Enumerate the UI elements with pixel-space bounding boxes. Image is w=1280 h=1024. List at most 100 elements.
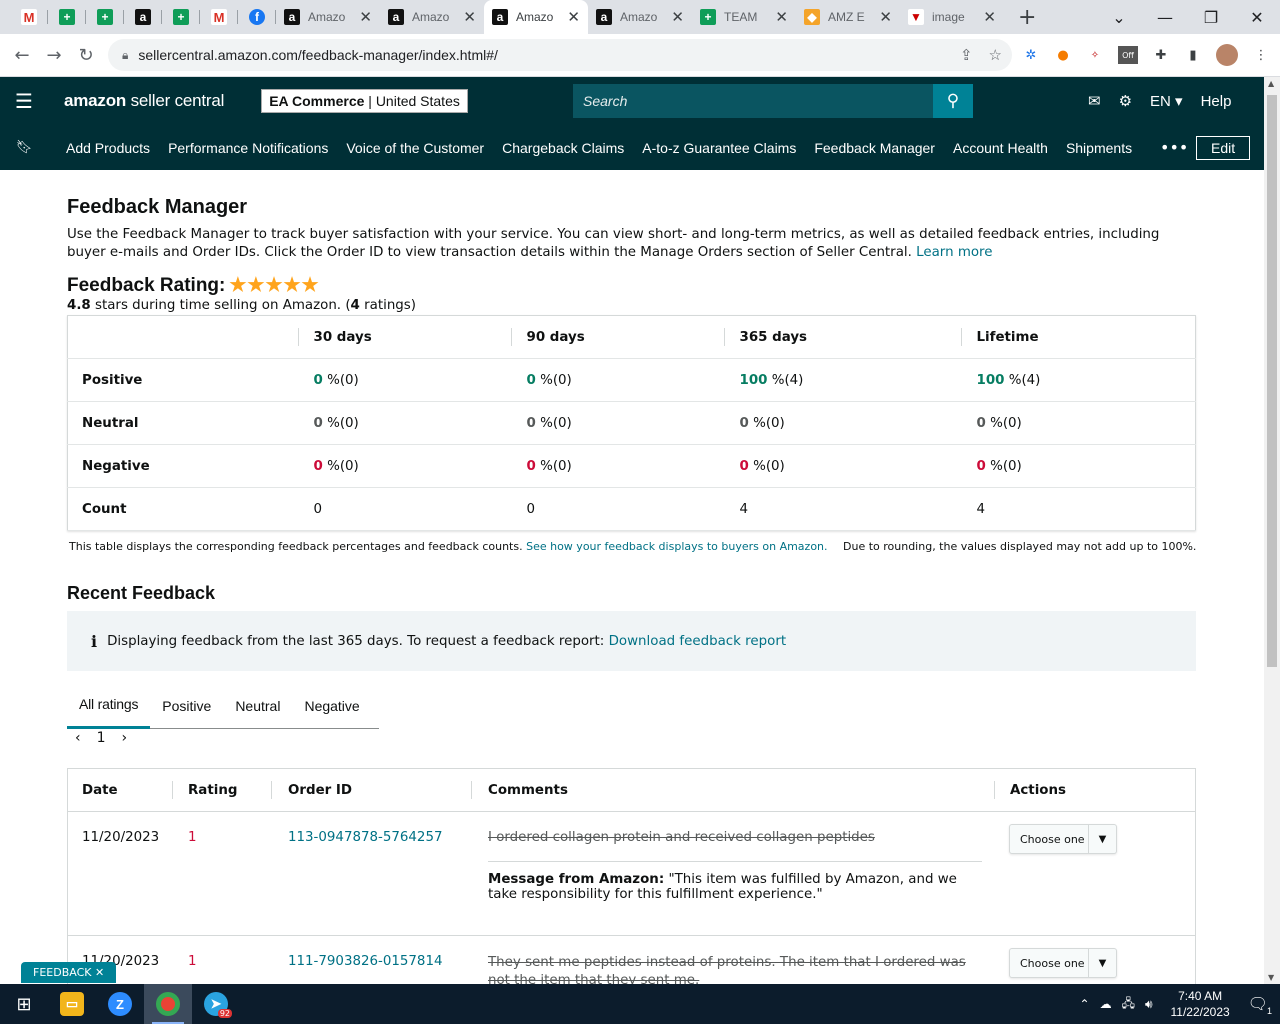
feedback-widget-tab[interactable]: FEEDBACK ✕	[21, 962, 117, 983]
action-dropdown[interactable]: Choose one ▼	[1009, 948, 1117, 978]
extension-off-icon[interactable]: Off	[1118, 46, 1138, 64]
metrics-row-negative: Negative 0 %(0) 0 %(0) 0 %(0) 0 %(0)	[67, 444, 1196, 488]
sidebar-icon[interactable]: ▮	[1184, 46, 1202, 64]
nav-item-add-products[interactable]: Add Products	[66, 140, 150, 156]
search-input[interactable]	[573, 84, 933, 118]
close-icon[interactable]: ✕	[463, 8, 476, 26]
chevron-left-icon[interactable]: ‹	[75, 730, 81, 746]
minimize-button[interactable]: —	[1142, 8, 1188, 27]
forward-icon[interactable]: →	[38, 45, 70, 66]
browser-tab[interactable]: + TEAM ✕	[692, 0, 796, 34]
gear-icon[interactable]: ⚙	[1119, 92, 1132, 110]
extension-icon-2[interactable]: ●	[1054, 46, 1072, 64]
scroll-up-icon[interactable]: ▲	[1268, 79, 1274, 88]
chevron-right-icon[interactable]: ›	[122, 730, 128, 746]
taskbar-chrome[interactable]	[144, 984, 192, 1024]
restore-button[interactable]: ❐	[1188, 8, 1234, 27]
nav-item-performance-notifications[interactable]: Performance Notifications	[168, 140, 328, 156]
scroll-down-icon[interactable]: ▼	[1268, 973, 1274, 982]
order-id-link[interactable]: 113-0947878-5764257	[288, 830, 443, 845]
seller-central-logo[interactable]: amazon seller central	[64, 91, 224, 111]
url-field[interactable]: 🔒︎ sellercentral.amazon.com/feedback-man…	[108, 39, 1012, 71]
tab-negative[interactable]: Negative	[292, 683, 371, 729]
share-icon[interactable]: ⇪	[960, 46, 973, 64]
close-icon[interactable]: ✕	[879, 8, 892, 26]
nav-item-account-health[interactable]: Account Health	[953, 140, 1048, 156]
language-selector[interactable]: EN ▾	[1150, 92, 1183, 110]
page-number[interactable]: 1	[97, 730, 106, 746]
close-icon[interactable]: ✕	[95, 966, 104, 979]
volume-icon[interactable]: 🔊︎	[1145, 997, 1153, 1012]
browser-tab[interactable]: ▼ image ✕	[900, 0, 1004, 34]
more-icon[interactable]: •••	[1160, 138, 1188, 157]
close-icon[interactable]: ✕	[671, 8, 684, 26]
close-icon[interactable]: ✕	[359, 8, 372, 26]
hamburger-menu-icon[interactable]: ☰	[0, 89, 48, 113]
bookmark-icon[interactable]: 🔖︎	[0, 140, 48, 155]
browser-tab[interactable]: a Amazo ✕	[588, 0, 692, 34]
avatar[interactable]	[1216, 44, 1238, 66]
close-window-button[interactable]: ✕	[1234, 8, 1280, 27]
metrics-col-365: 365 days	[723, 315, 961, 359]
extension-icon-3[interactable]: ✧	[1086, 46, 1104, 64]
edit-button[interactable]: Edit	[1196, 135, 1251, 160]
windows-taskbar: ⊞ ▭ Z ➤ 92 ⌃ ☁ 🖧︎ 🔊︎ 7:40 AM 11/22/2023 🗨︎…	[0, 984, 1280, 1024]
browser-tab-active[interactable]: a Amazo ✕	[484, 0, 588, 34]
close-icon[interactable]: ✕	[983, 8, 996, 26]
search-button[interactable]: ⚲	[933, 84, 973, 118]
notification-icon[interactable]: 🗨︎ 1	[1248, 994, 1272, 1016]
nav-item-shipments[interactable]: Shipments	[1066, 140, 1132, 156]
amazon-message: Message from Amazon: "This item was fulf…	[488, 872, 988, 902]
start-button[interactable]: ⊞	[0, 984, 48, 1024]
taskbar-zoom[interactable]: Z	[96, 984, 144, 1024]
help-link[interactable]: Help	[1201, 93, 1232, 110]
pinned-tab-amazon[interactable]: a	[124, 0, 162, 34]
browser-tab[interactable]: ◆ AMZ E ✕	[796, 0, 900, 34]
pinned-tab-facebook[interactable]: f	[238, 0, 276, 34]
extension-icon-1[interactable]: ✲	[1022, 46, 1040, 64]
nav-item-feedback-manager[interactable]: Feedback Manager	[814, 140, 935, 156]
browser-tab[interactable]: a Amazo ✕	[276, 0, 380, 34]
taskbar-telegram[interactable]: ➤ 92	[192, 984, 240, 1024]
nav-item-chargeback-claims[interactable]: Chargeback Claims	[502, 140, 624, 156]
download-report-link[interactable]: Download feedback report	[609, 634, 787, 649]
clock[interactable]: 7:40 AM 11/22/2023	[1171, 988, 1230, 1020]
menu-icon[interactable]: ⋮	[1252, 46, 1270, 64]
account-switcher[interactable]: EA Commerce | United States	[261, 89, 468, 113]
action-dropdown[interactable]: Choose one ▼	[1009, 824, 1117, 854]
pinned-tab-sheets-3[interactable]: +	[162, 0, 200, 34]
onedrive-icon[interactable]: ☁	[1100, 997, 1112, 1011]
tab-all-ratings[interactable]: All ratings	[67, 683, 151, 729]
page-title: Feedback Manager	[67, 196, 248, 218]
mail-icon[interactable]: ✉	[1088, 92, 1101, 110]
nav-item-voice-of-the-customer[interactable]: Voice of the Customer	[346, 140, 484, 156]
back-icon[interactable]: ←	[6, 45, 38, 66]
col-order-id: Order ID	[288, 783, 353, 798]
pinned-tab-sheets-2[interactable]: +	[86, 0, 124, 34]
url-text: sellercentral.amazon.com/feedback-manage…	[138, 47, 498, 63]
learn-more-link[interactable]: Learn more	[916, 245, 992, 260]
network-icon[interactable]: 🖧︎	[1122, 994, 1135, 1015]
new-tab-button[interactable]: +	[1018, 5, 1036, 30]
puzzle-icon[interactable]: ✚	[1152, 46, 1170, 64]
tab-search-icon[interactable]: ⌄	[1096, 8, 1142, 27]
browser-tab[interactable]: a Amazo ✕	[380, 0, 484, 34]
tab-neutral[interactable]: Neutral	[223, 683, 292, 729]
feedback-display-link[interactable]: See how your feedback displays to buyers…	[526, 540, 827, 553]
order-id-link[interactable]: 111-7903826-0157814	[288, 954, 443, 969]
reload-icon[interactable]: ↻	[70, 45, 102, 66]
taskbar-explorer[interactable]: ▭	[48, 984, 96, 1024]
bookmark-star-icon[interactable]: ☆	[989, 46, 1002, 64]
close-icon[interactable]: ✕	[567, 8, 580, 26]
tab-positive[interactable]: Positive	[150, 683, 223, 729]
close-icon[interactable]: ✕	[775, 8, 788, 26]
pinned-tab-gmail[interactable]: M	[10, 0, 48, 34]
metrics-row-label: Positive	[67, 358, 298, 402]
pinned-tab-gmail-2[interactable]: M	[200, 0, 238, 34]
pinned-tab-sheets[interactable]: +	[48, 0, 86, 34]
chevron-up-icon[interactable]: ⌃	[1080, 997, 1090, 1011]
scrollbar-thumb[interactable]	[1267, 95, 1277, 667]
nav-item-a-to-z-claims[interactable]: A-to-z Guarantee Claims	[642, 140, 796, 156]
extensions-bar: ✲ ● ✧ Off ✚ ▮ ⋮	[1022, 44, 1270, 66]
page-scrollbar[interactable]: ▲ ▼	[1264, 77, 1280, 984]
